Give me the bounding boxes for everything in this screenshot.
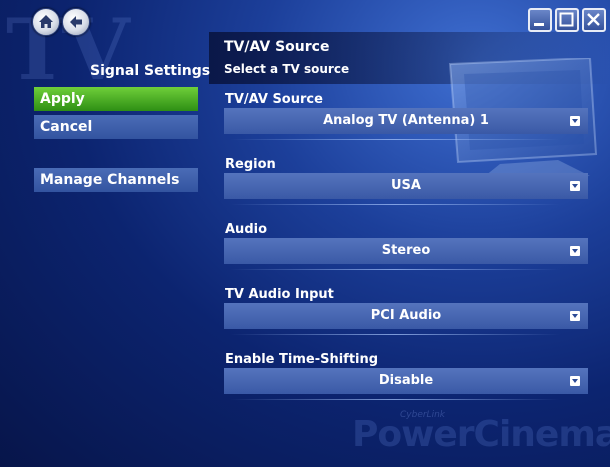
cancel-button[interactable]: Cancel bbox=[34, 115, 198, 139]
tv-audio-input-value: PCI Audio bbox=[370, 308, 442, 323]
minimize-button[interactable] bbox=[528, 8, 552, 32]
divider bbox=[230, 269, 560, 270]
chevron-down-icon bbox=[570, 116, 580, 126]
divider bbox=[230, 204, 560, 205]
time-shifting-value: Disable bbox=[378, 373, 434, 388]
divider bbox=[230, 139, 560, 140]
time-shifting-dropdown[interactable]: Disable bbox=[224, 368, 588, 394]
audio-label: Audio bbox=[225, 222, 268, 237]
tv-audio-input-label: TV Audio Input bbox=[225, 287, 334, 302]
tv-audio-input-dropdown[interactable]: PCI Audio bbox=[224, 303, 588, 329]
tv-av-source-dropdown[interactable]: Analog TV (Antenna) 1 bbox=[224, 108, 588, 134]
home-icon bbox=[39, 15, 53, 28]
tv-av-source-label: TV/AV Source bbox=[225, 92, 323, 107]
signal-settings-title: Signal Settings bbox=[90, 63, 211, 79]
chevron-down-icon bbox=[570, 246, 580, 256]
manage-channels-button[interactable]: Manage Channels bbox=[34, 168, 198, 192]
header-subtitle: Select a TV source bbox=[224, 62, 350, 76]
home-button[interactable] bbox=[32, 8, 60, 36]
chevron-down-icon bbox=[570, 311, 580, 321]
tv-av-source-value: Analog TV (Antenna) 1 bbox=[323, 113, 489, 128]
chevron-down-icon bbox=[570, 376, 580, 386]
time-shifting-label: Enable Time-Shifting bbox=[225, 352, 379, 367]
back-arrow-icon bbox=[70, 16, 82, 28]
chevron-down-icon bbox=[570, 181, 580, 191]
back-button[interactable] bbox=[62, 8, 90, 36]
region-label: Region bbox=[225, 157, 276, 172]
region-value: USA bbox=[391, 178, 421, 193]
close-button[interactable] bbox=[582, 8, 606, 32]
close-icon bbox=[587, 13, 600, 26]
divider bbox=[230, 334, 560, 335]
maximize-button[interactable] bbox=[555, 8, 579, 32]
audio-dropdown[interactable]: Stereo bbox=[224, 238, 588, 264]
apply-button[interactable]: Apply bbox=[34, 87, 198, 111]
region-dropdown[interactable]: USA bbox=[224, 173, 588, 199]
header-title: TV/AV Source bbox=[224, 39, 330, 55]
divider bbox=[230, 399, 560, 400]
brand-logo: PowerCinema bbox=[352, 414, 610, 455]
maximize-icon bbox=[559, 12, 574, 27]
minimize-icon bbox=[534, 23, 544, 26]
audio-value: Stereo bbox=[381, 243, 431, 258]
